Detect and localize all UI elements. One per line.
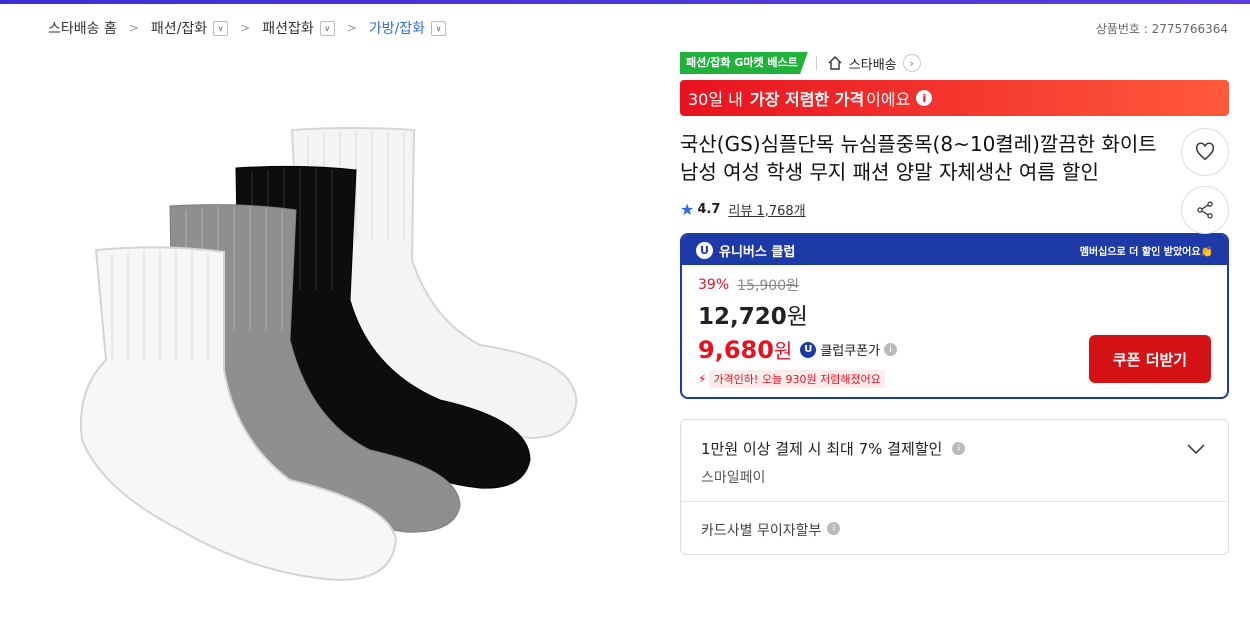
universe-club-box: U 유니버스 클럽 멤버십으로 더 할인 받았어요👏 39% 15,900원 12…: [680, 233, 1229, 399]
best-badge[interactable]: 패션/잡화 G마켓 베스트: [680, 52, 808, 74]
chevron-right-icon: >: [128, 21, 139, 35]
universe-icon: U: [696, 241, 713, 259]
title-row: 국산(GS)심플단목 뉴심플중목(8~10켤레)깔끔한 화이트 남성 여성 학생…: [680, 128, 1229, 234]
club-message: 멤버십으로 더 할인 받았어요👏: [1079, 246, 1213, 258]
get-coupon-button[interactable]: 쿠폰 더받기: [1089, 335, 1211, 383]
discount-line: 39% 15,900원: [698, 275, 1211, 295]
product-image[interactable]: [40, 60, 640, 620]
lowest-price-banner: 30일 내 가장 저렴한 가격 이에요 i: [680, 80, 1229, 116]
store-link[interactable]: 스타배송 ›: [827, 54, 921, 73]
review-link[interactable]: 리뷰 1,768개: [728, 200, 805, 219]
chevron-down-icon[interactable]: [1186, 442, 1206, 456]
chevron-right-icon: >: [346, 21, 357, 35]
coupon-price-value: 9,680: [698, 336, 774, 364]
banner-suffix: 이에요: [866, 90, 911, 109]
coupon-price-unit: 원: [773, 339, 793, 363]
discount-rate: 39%: [698, 277, 730, 293]
chevron-right-icon[interactable]: ›: [902, 54, 921, 72]
banner-highlight: 가장 저렴한 가격: [749, 90, 865, 109]
chevron-right-icon: >: [240, 21, 251, 35]
wishlist-button[interactable]: [1181, 128, 1229, 176]
product-info-panel: 패션/잡화 G마켓 베스트 스타배송 › 30일 내 가장 저렴한 가격 이에요 …: [680, 52, 1229, 555]
breadcrumb-home[interactable]: 스타배송 홈: [48, 18, 117, 38]
breadcrumb-home-label[interactable]: 스타배송 홈: [48, 18, 117, 38]
coupon-price: 9,680원: [698, 335, 792, 364]
original-price: 15,900원: [737, 278, 799, 294]
coupon-label: 클럽쿠폰가: [820, 344, 881, 359]
breadcrumb-bags[interactable]: 가방/잡화 ∨: [369, 18, 447, 38]
payment-discount-label: 1만원 이상 결제 시 최대 7% 결제할인: [701, 440, 943, 458]
star-icon: ★: [680, 200, 695, 219]
store-name[interactable]: 스타배송: [849, 54, 897, 73]
share-button[interactable]: [1181, 186, 1229, 234]
banner-prefix: 30일 내: [688, 90, 743, 109]
info-icon[interactable]: i: [952, 442, 966, 455]
chevron-down-icon[interactable]: ∨: [213, 20, 229, 36]
divider: [815, 56, 817, 70]
price-drop-text: 가격인하! 오늘 930원 저렴해졌어요: [709, 370, 885, 388]
socks-image: [80, 127, 578, 582]
product-number: 상품번호 : 2775766364: [1095, 22, 1228, 36]
club-header: U 유니버스 클럽 멤버십으로 더 할인 받았어요👏: [682, 235, 1227, 265]
breadcrumb-bags-label[interactable]: 가방/잡화: [369, 18, 425, 38]
sale-price-value: 12,720: [698, 304, 787, 330]
badge-row: 패션/잡화 G마켓 베스트 스타배송 ›: [680, 52, 1229, 74]
breadcrumb-fashion-goods-label[interactable]: 패션잡화: [262, 18, 314, 38]
payment-discount-title: 1만원 이상 결제 시 최대 7% 결제할인 i: [701, 438, 1208, 459]
chevron-down-icon[interactable]: ∨: [319, 20, 335, 36]
payment-benefits-box: 1만원 이상 결제 시 최대 7% 결제할인 i 스마일페이 카드사별 무이자할…: [680, 419, 1229, 555]
installment-label: 카드사별 무이자할부: [701, 523, 822, 539]
club-title-label: 유니버스 클럽: [719, 244, 796, 260]
product-title: 국산(GS)심플단목 뉴심플중목(8~10켤레)깔끔한 화이트 남성 여성 학생…: [680, 132, 1157, 184]
breadcrumb: 스타배송 홈 > 패션/잡화 ∨ > 패션잡화 ∨ > 가방/잡화 ∨: [48, 18, 447, 38]
breadcrumb-fashion[interactable]: 패션/잡화 ∨: [151, 18, 229, 38]
share-icon: [1197, 201, 1213, 219]
breadcrumb-fashion-goods[interactable]: 패션잡화 ∨: [262, 18, 335, 38]
heart-icon: [1195, 142, 1215, 161]
payment-discount-row[interactable]: 1만원 이상 결제 시 최대 7% 결제할인 i 스마일페이: [681, 420, 1228, 502]
top-accent-line: [0, 0, 1250, 4]
installment-row[interactable]: 카드사별 무이자할부 i: [681, 502, 1228, 554]
rating-score: 4.7: [697, 202, 721, 217]
lightning-icon: ⚡: [698, 372, 707, 386]
payment-method: 스마일페이: [701, 470, 766, 486]
universe-icon: U: [800, 341, 817, 358]
info-icon[interactable]: i: [827, 522, 841, 535]
chevron-down-icon[interactable]: ∨: [431, 20, 447, 36]
sale-price: 12,720원: [698, 297, 1211, 331]
info-icon[interactable]: i: [884, 343, 898, 356]
info-icon[interactable]: i: [916, 90, 933, 106]
club-title: U 유니버스 클럽: [696, 241, 795, 260]
rating-row: ★ 4.7 리뷰 1,768개: [680, 200, 1229, 219]
home-icon: [828, 56, 842, 70]
club-body: 39% 15,900원 12,720원 9,680원 U 클럽쿠폰가 i ⚡ 가…: [682, 265, 1227, 397]
breadcrumb-fashion-label[interactable]: 패션/잡화: [151, 18, 207, 38]
sale-price-unit: 원: [786, 304, 808, 330]
